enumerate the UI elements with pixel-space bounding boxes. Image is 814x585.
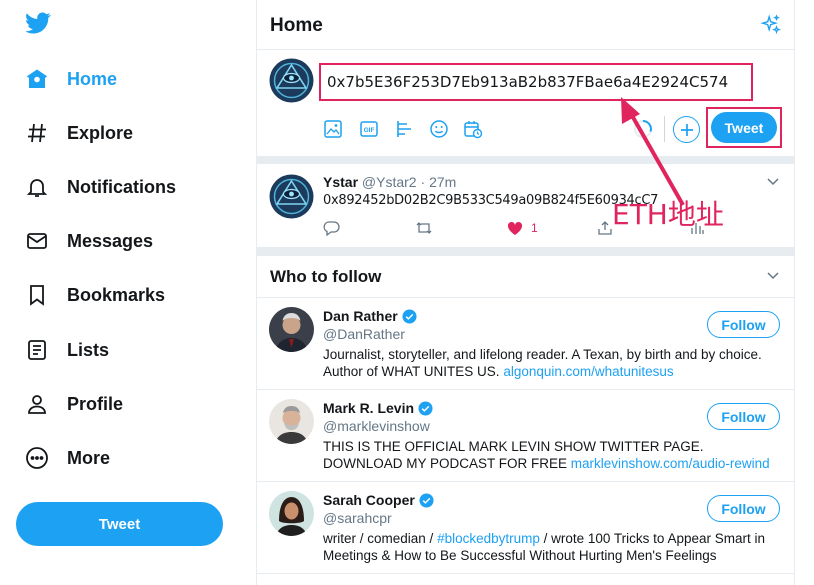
user-bio: Journalist, storyteller, and lifelong re… [323, 346, 785, 380]
tweet-separator: · [420, 174, 426, 190]
follow-button[interactable]: Follow [707, 311, 780, 338]
retweet-icon[interactable] [415, 220, 433, 236]
user-icon [24, 391, 50, 417]
follow-suggestion[interactable]: Mark R. Levin @marklevinshow THIS IS THE… [257, 390, 794, 482]
tweet-author-handle[interactable]: @Ystar2 [362, 174, 417, 190]
user-name-text: Dan Rather [323, 308, 398, 324]
schedule-icon[interactable] [463, 119, 483, 139]
eye-avatar-icon [269, 174, 314, 219]
user-photo [269, 399, 314, 444]
user-bio-link[interactable]: marklevinshow.com/audio-rewind [571, 456, 770, 471]
sidebar-item-lists[interactable]: Lists [24, 335, 109, 365]
gif-icon[interactable]: GIF [359, 119, 379, 139]
sidebar-item-label: Explore [67, 122, 134, 143]
sparkle-icon[interactable] [760, 14, 782, 36]
tweet-timestamp[interactable]: 27m [429, 174, 456, 190]
sidebar-item-profile[interactable]: Profile [24, 389, 123, 419]
who-to-follow-title: Who to follow [270, 267, 382, 286]
sidebar-item-messages[interactable]: Messages [24, 226, 153, 256]
sidebar-item-label: More [67, 447, 111, 468]
composer-divider [664, 116, 665, 142]
sidebar-item-home[interactable]: Home [24, 64, 117, 94]
main-timeline: Home 0x7b5E36F253D7Eb913aB2b837FBae6a4E2… [256, 0, 795, 585]
heart-icon [507, 221, 523, 235]
avatar[interactable] [269, 174, 314, 224]
eye-avatar-icon [269, 58, 314, 103]
user-name-text: Sarah Cooper [323, 492, 415, 508]
follow-suggestion[interactable]: Dan Rather @DanRather Journalist, storyt… [257, 298, 794, 390]
like-button[interactable]: 1 [507, 220, 538, 236]
user-bio-link[interactable]: algonquin.com/whatunitesus [503, 364, 673, 379]
user-handle[interactable]: @DanRather [323, 326, 405, 342]
user-name[interactable]: Sarah Cooper [323, 492, 434, 508]
sidebar-item-bookmarks[interactable]: Bookmarks [24, 280, 165, 310]
tweet-text: 0x892452bD02B2C9B533C549a09B824f5E60934c… [323, 193, 659, 208]
sidebar-tweet-button[interactable]: Tweet [16, 502, 223, 546]
tweet-author-name[interactable]: Ystar [323, 174, 358, 190]
more-icon [24, 445, 50, 471]
user-photo [269, 307, 314, 352]
user-bio-text: writer / comedian / [323, 531, 434, 546]
avatar[interactable] [269, 399, 314, 444]
avatar[interactable] [269, 307, 314, 352]
timeline-header: Home [257, 0, 794, 50]
user-bio-link[interactable]: #blockedbytrump [437, 531, 540, 546]
like-count: 1 [531, 221, 538, 235]
user-bio: writer / comedian / #blockedbytrump / wr… [323, 530, 785, 564]
plus-icon [680, 123, 693, 136]
hashtag-icon [24, 120, 50, 146]
list-icon [24, 337, 50, 363]
sidebar-item-label: Lists [67, 339, 110, 360]
bell-icon [24, 174, 50, 200]
follow-button[interactable]: Follow [707, 403, 780, 430]
verified-badge-icon [418, 400, 433, 416]
bookmark-icon [24, 282, 50, 308]
follow-suggestion[interactable]: Sarah Cooper @sarahcpr writer / comedian… [257, 482, 794, 574]
who-to-follow-header: Who to follow [257, 256, 794, 298]
verified-badge-icon [419, 492, 434, 508]
annotation-label: ETH地址 [612, 198, 724, 231]
sidebar-item-notifications[interactable]: Notifications [24, 172, 176, 202]
user-handle[interactable]: @marklevinshow [323, 418, 430, 434]
section-divider [257, 156, 794, 164]
user-handle[interactable]: @sarahcpr [323, 510, 392, 526]
poll-icon[interactable] [395, 119, 415, 139]
home-icon [24, 66, 50, 92]
sidebar-item-explore[interactable]: Explore [24, 118, 133, 148]
verified-badge-icon [402, 308, 417, 324]
sidebar-item-label: Messages [67, 230, 154, 251]
add-tweet-button[interactable] [673, 116, 700, 143]
tweet-compose-input[interactable]: 0x7b5E36F253D7Eb913aB2b837FBae6a4E2924C5… [319, 63, 753, 101]
sidebar-item-label: Notifications [67, 176, 177, 197]
mail-icon [24, 228, 50, 254]
user-bio: THIS IS THE OFFICIAL MARK LEVIN SHOW TWI… [323, 438, 785, 472]
follow-button[interactable]: Follow [707, 495, 780, 522]
svg-text:GIF: GIF [364, 127, 375, 134]
chevron-down-icon[interactable] [766, 174, 780, 188]
user-photo [269, 491, 314, 536]
tweet-header: Ystar @Ystar2 · 27m [323, 174, 456, 190]
section-divider [257, 248, 794, 256]
sidebar-item-more[interactable]: More [24, 443, 110, 473]
sidebar-item-label: Profile [67, 393, 124, 414]
avatar[interactable] [269, 58, 314, 108]
sidebar-item-label: Bookmarks [67, 284, 166, 305]
twitter-logo-icon[interactable] [24, 10, 52, 36]
image-icon[interactable] [323, 119, 343, 139]
character-count-ring-icon [634, 120, 652, 138]
emoji-icon[interactable] [429, 119, 449, 139]
chevron-down-icon[interactable] [766, 268, 780, 282]
user-name[interactable]: Mark R. Levin [323, 400, 433, 416]
sidebar-item-label: Home [67, 68, 118, 89]
tweet-submit-button[interactable]: Tweet [711, 112, 777, 143]
user-name-text: Mark R. Levin [323, 400, 415, 416]
reply-icon[interactable] [323, 220, 340, 236]
page-title: Home [270, 15, 323, 36]
tweet-composer: 0x7b5E36F253D7Eb913aB2b837FBae6a4E2924C5… [257, 50, 794, 156]
share-icon[interactable] [597, 220, 613, 236]
tweet-button-highlight: Tweet [706, 107, 782, 148]
avatar[interactable] [269, 491, 314, 536]
sidebar-nav: Home Explore Notifications Messages Book… [0, 0, 256, 585]
user-name[interactable]: Dan Rather [323, 308, 417, 324]
